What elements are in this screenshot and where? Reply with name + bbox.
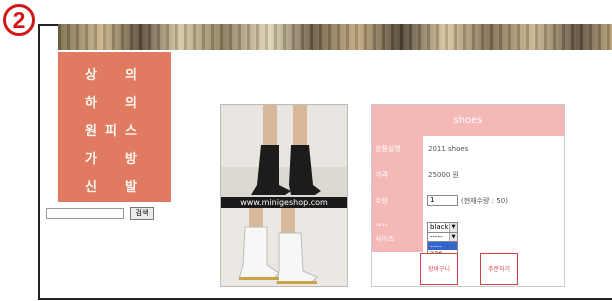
- search-button[interactable]: 검색: [130, 207, 154, 220]
- menu-char: 의: [125, 96, 137, 111]
- header-banner-image: [58, 24, 612, 50]
- menu-char: 의: [125, 68, 137, 83]
- image-watermark: www.minigeshop.com: [221, 197, 347, 208]
- description-value: 2011 shoes: [428, 145, 469, 153]
- menu-char: 가: [85, 152, 97, 167]
- menu-char: 발: [125, 180, 137, 195]
- price-value: 25000 원: [428, 171, 459, 179]
- price-label: 가격: [372, 162, 423, 188]
- menu-char: 상: [85, 68, 97, 83]
- size-label: 사이즈: [372, 226, 423, 252]
- category-menu: 상 의 하 의 원 피 스 가 방 신 발: [58, 52, 171, 202]
- stock-note: (현재수량 : 50): [461, 197, 508, 205]
- menu-char: 하: [85, 96, 97, 111]
- menu-char: 스: [125, 124, 137, 139]
- size-selected-value: -----: [430, 233, 443, 241]
- menu-item-tops[interactable]: 상 의: [58, 64, 171, 88]
- menu-item-shoes[interactable]: 신 발: [58, 176, 171, 200]
- description-label: 상품설명: [372, 136, 423, 162]
- menu-item-bags[interactable]: 가 방: [58, 148, 171, 172]
- quantity-label: 수량: [372, 188, 423, 214]
- chevron-down-icon: ▼: [449, 233, 457, 241]
- product-detail-form: shoes 상품설명 2011 shoes 가격 25000 원 수량 1 (현…: [371, 104, 565, 287]
- boots-illustration: [221, 105, 347, 286]
- menu-char: 원: [85, 124, 97, 139]
- menu-char: 방: [125, 152, 137, 167]
- order-button[interactable]: 주문하기: [480, 253, 518, 285]
- product-image: www.minigeshop.com: [220, 104, 348, 287]
- menu-item-bottoms[interactable]: 하 의: [58, 92, 171, 116]
- search-input[interactable]: [46, 208, 124, 219]
- size-option[interactable]: -----: [428, 242, 457, 250]
- chevron-down-icon: ▼: [449, 223, 457, 232]
- menu-char: 신: [85, 180, 97, 195]
- step-number-badge: 2: [3, 4, 35, 36]
- menu-char: 피: [105, 124, 117, 139]
- menu-item-dresses[interactable]: 원 피 스: [58, 120, 171, 144]
- quantity-input[interactable]: 1: [427, 195, 458, 206]
- color-selected-value: black: [430, 223, 449, 231]
- add-to-cart-button[interactable]: 장바구니: [420, 253, 458, 285]
- product-title: shoes: [372, 105, 564, 136]
